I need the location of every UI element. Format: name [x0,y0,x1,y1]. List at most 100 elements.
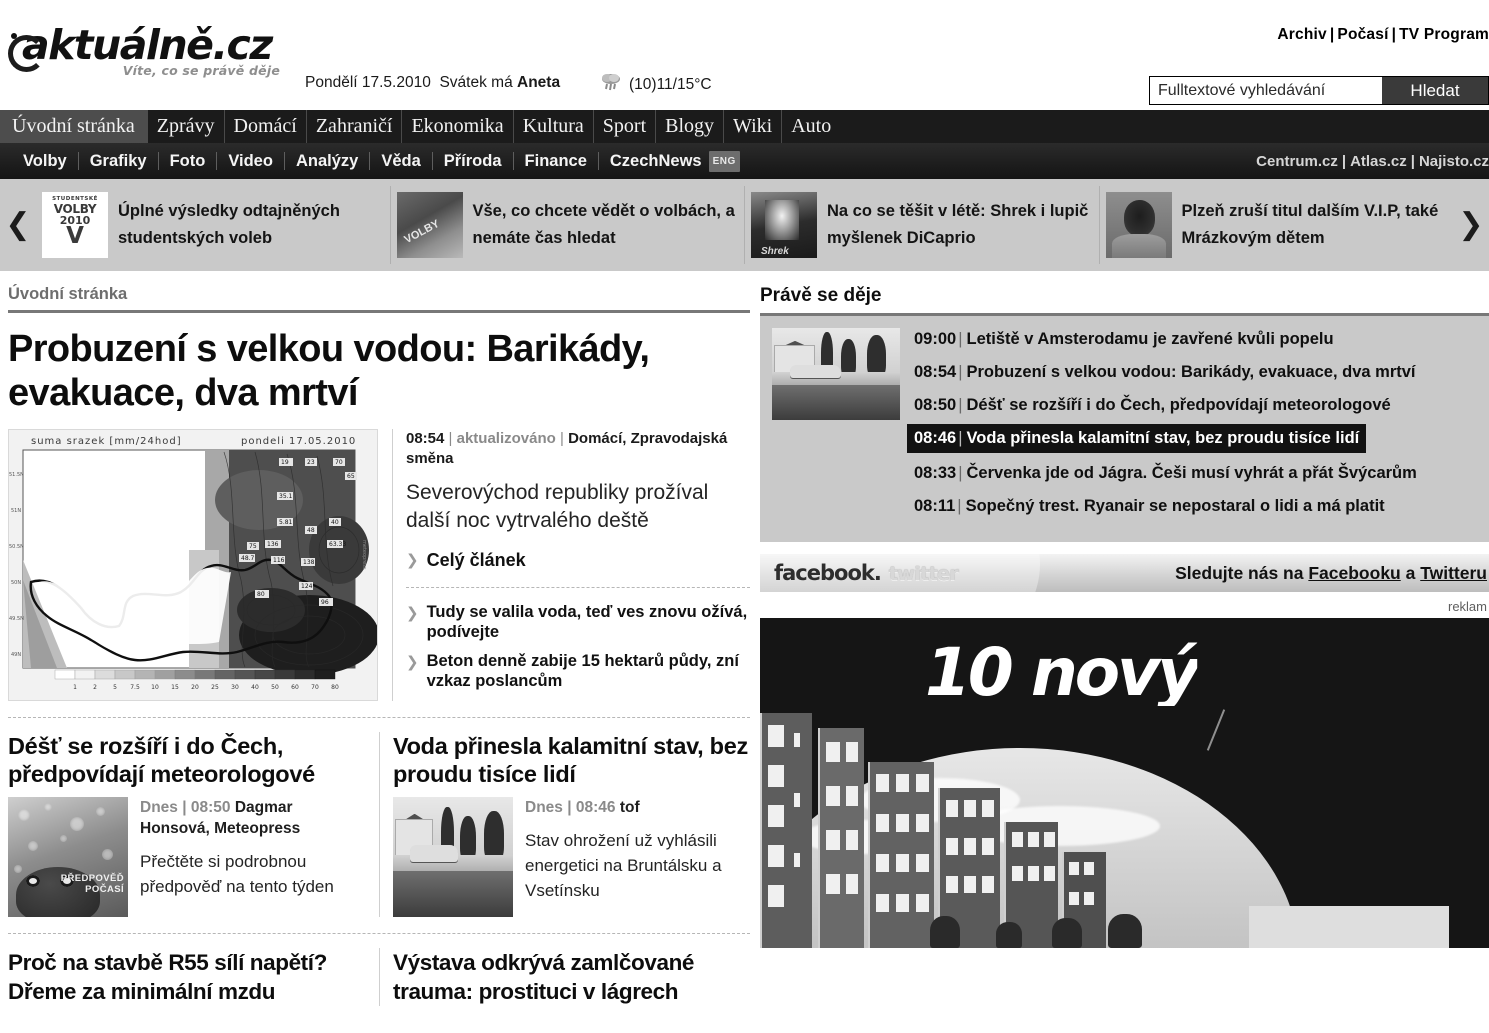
svg-text:51.5N: 51.5N [9,472,24,478]
ticker-item-highlighted[interactable]: 08:46 | Voda přinesla kalamitní stav, bez … [907,424,1367,453]
carousel-next-chevron-right-icon[interactable]: ❯ [1453,210,1489,240]
ad-cta-box[interactable] [1249,906,1449,948]
ticker-item[interactable]: 08:50 | Déšť se rozšíří i do Čech, předpov… [914,394,1479,416]
nav-item-zahranici[interactable]: Zahraničí [307,110,403,143]
subnav-item-volby[interactable]: Volby [12,152,79,170]
bottom-headline-title[interactable]: Výstava odkrývá zamlčované trauma: prost… [393,948,750,1006]
svg-text:25: 25 [211,684,219,691]
lead-article-title[interactable]: Probuzení s velkou vodou: Barikády, evak… [8,327,750,415]
partner-link-atlas[interactable]: Atlas.cz [1350,153,1407,170]
carousel-item[interactable]: Vše, co chcete vědět o volbách, a nemáte… [389,186,745,264]
subnav-item-veda[interactable]: Věda [370,152,433,170]
partner-link-centrum[interactable]: Centrum.cz [1256,153,1338,170]
building-shape [868,762,934,948]
ticker-item[interactable]: 09:00 | Letiště v Amsterodamu je zavřené k… [914,328,1479,350]
svg-text:pondeli 17.05.2010: pondeli 17.05.2010 [241,436,356,447]
lead-article-details: 08:54 | aktualizováno | Domácí, Zpravoda… [392,429,750,701]
nav-item-sport[interactable]: Sport [594,110,657,143]
nav-item-ekonomika[interactable]: Ekonomika [402,110,514,143]
svg-text:138: 138 [303,559,315,566]
carousel-items: STUDENTSKÉ VOLBY 2010 V Úplné výsledky o… [36,186,1453,264]
precipitation-map-image[interactable]: suma srazek [mm/24hod] pondeli 17.05.201… [8,429,378,701]
article-body: PŘEDPOVĚĎ POČASÍ Dnes | 08:50 Dagmar Hons… [8,797,365,917]
ticker-heading: Právě se děje [760,285,882,306]
article-text: Dnes | 08:46 tof Stav ohrožení už vyhlás… [525,797,750,917]
svg-text:23: 23 [307,459,315,466]
thumb-caption: PŘEDPOVĚĎ POČASÍ [60,873,124,895]
link-pocasi[interactable]: Počasí [1337,26,1388,43]
carousel-prev-chevron-left-icon[interactable]: ❮ [0,210,36,240]
partner-link-najisto[interactable]: Najisto.cz [1419,153,1489,170]
svg-text:40: 40 [331,519,339,526]
article-body: Dnes | 08:46 tof Stav ohrožení už vyhlás… [393,797,750,917]
link-archiv[interactable]: Archiv [1277,26,1326,43]
nav-item-zpravy[interactable]: Zprávy [148,110,225,143]
site-logo[interactable]: aktuálně.cz Víte, co se právě děje [8,24,288,78]
subnav-item-foto[interactable]: Foto [159,152,218,170]
weather-forecast-frog-thumb[interactable]: PŘEDPOVĚĎ POČASÍ [8,797,128,917]
bush-shape [930,916,960,948]
article-meta-day: Dnes [140,799,178,816]
related-article-link[interactable]: ❯ Beton denně zabije 15 hektarů půdy, zn… [406,651,750,691]
cloud-rain-icon [600,71,622,98]
ticker-item[interactable]: 08:11 | Sopečný trest. Ryanair se nepostar… [914,495,1479,517]
subnav-item-priroda[interactable]: Příroda [433,152,514,170]
flooded-street-thumb[interactable] [772,328,900,420]
carousel-item[interactable]: Plzeň zruší titul dalším V.I.P, také Mrá… [1098,186,1454,264]
subnav-czechnews-label: CzechNews [609,152,702,170]
lead-article-meta: 08:54 | aktualizováno | Domácí, Zpravoda… [406,430,728,467]
nav-item-wiki[interactable]: Wiki [724,110,783,143]
svg-text:5: 5 [113,684,117,691]
twitter-link[interactable]: Twitteru [1420,563,1487,583]
nav-item-uvodni-stranka[interactable]: Úvodní stránka [0,110,148,143]
bottom-headline-title[interactable]: Proč na stavbě R55 sílí napětí? Dřeme za… [8,948,365,1006]
ticker-item[interactable]: 08:54 | Probuzení s velkou vodou: Barikády… [914,361,1479,383]
facebook-link[interactable]: Facebooku [1308,563,1400,583]
nav-item-domaci[interactable]: Domácí [225,110,307,143]
svg-text:50: 50 [271,684,279,691]
subnav-item-czechnews[interactable]: CzechNews ENG [599,150,751,172]
nav-item-auto[interactable]: Auto [782,110,840,143]
carousel-item[interactable]: STUDENTSKÉ VOLBY 2010 V Úplné výsledky o… [36,186,390,264]
nav-item-blogy[interactable]: Blogy [656,110,725,143]
article-title[interactable]: Déšť se rozšíří i do Čech, předpovídají … [8,732,365,788]
svg-text:19: 19 [281,459,289,466]
current-date: Pondělí 17.5.2010 [305,74,431,91]
subnav-item-video[interactable]: Video [217,152,285,170]
advertisement-banner[interactable]: 10 nový [760,618,1489,948]
svg-text:70: 70 [335,459,343,466]
ad-headline: 10 nový [925,634,1198,711]
lead-divider [406,587,750,588]
svg-text:suma srazek [mm/24hod]: suma srazek [mm/24hod] [31,436,182,447]
subnav-item-finance[interactable]: Finance [514,152,599,170]
subnav-item-grafiky[interactable]: Grafiky [79,152,159,170]
road-region [393,871,513,917]
carousel-item[interactable]: Na co se těšit v létě: Shrek i lupič myš… [744,186,1099,264]
header-date-line: Pondělí 17.5.2010 Svátek má Aneta [305,74,560,92]
search-submit-button[interactable]: Hledat [1382,77,1488,104]
nav-item-kultura[interactable]: Kultura [514,110,594,143]
svg-text:116: 116 [273,557,285,564]
header-weather[interactable]: (10)11/15°C [600,71,712,98]
ticker-time: 08:50 [914,396,957,414]
search-form[interactable]: Hledat [1149,76,1489,105]
article-meta-time: 08:46 [575,799,616,816]
bottom-headline-row: Proč na stavbě R55 sílí napětí? Dřeme za… [8,934,750,1006]
full-article-link[interactable]: ❯ Celý článek [406,549,750,571]
svg-text:35.1: 35.1 [279,493,293,500]
man-portrait-thumb [1105,192,1172,258]
link-tv-program[interactable]: TV Program [1399,26,1489,43]
logo-text: aktuálně.cz [22,21,273,69]
article-meta: Dnes | 08:50 Dagmar Honsová, Meteopress [140,799,301,837]
article-title[interactable]: Voda přinesla kalamitní stav, bez proudu… [393,732,750,788]
related-article-link[interactable]: ❯ Tudy se valila voda, teď ves znovu oží… [406,602,750,642]
ticker-item[interactable]: 08:33 | Červenka jde od Jágra. Češi musí v… [914,462,1479,484]
bush-shape [1108,914,1142,948]
svg-text:49N: 49N [11,652,21,658]
subnav-item-analyzy[interactable]: Analýzy [285,152,371,170]
related-article-title: Beton denně zabije 15 hektarů půdy, zní … [426,652,739,690]
chevron-right-icon: ❯ [406,551,419,569]
search-input[interactable] [1150,77,1382,104]
bottom-headline-item: Výstava odkrývá zamlčované trauma: prost… [379,948,750,1006]
flooded-street-thumb[interactable] [393,797,513,917]
